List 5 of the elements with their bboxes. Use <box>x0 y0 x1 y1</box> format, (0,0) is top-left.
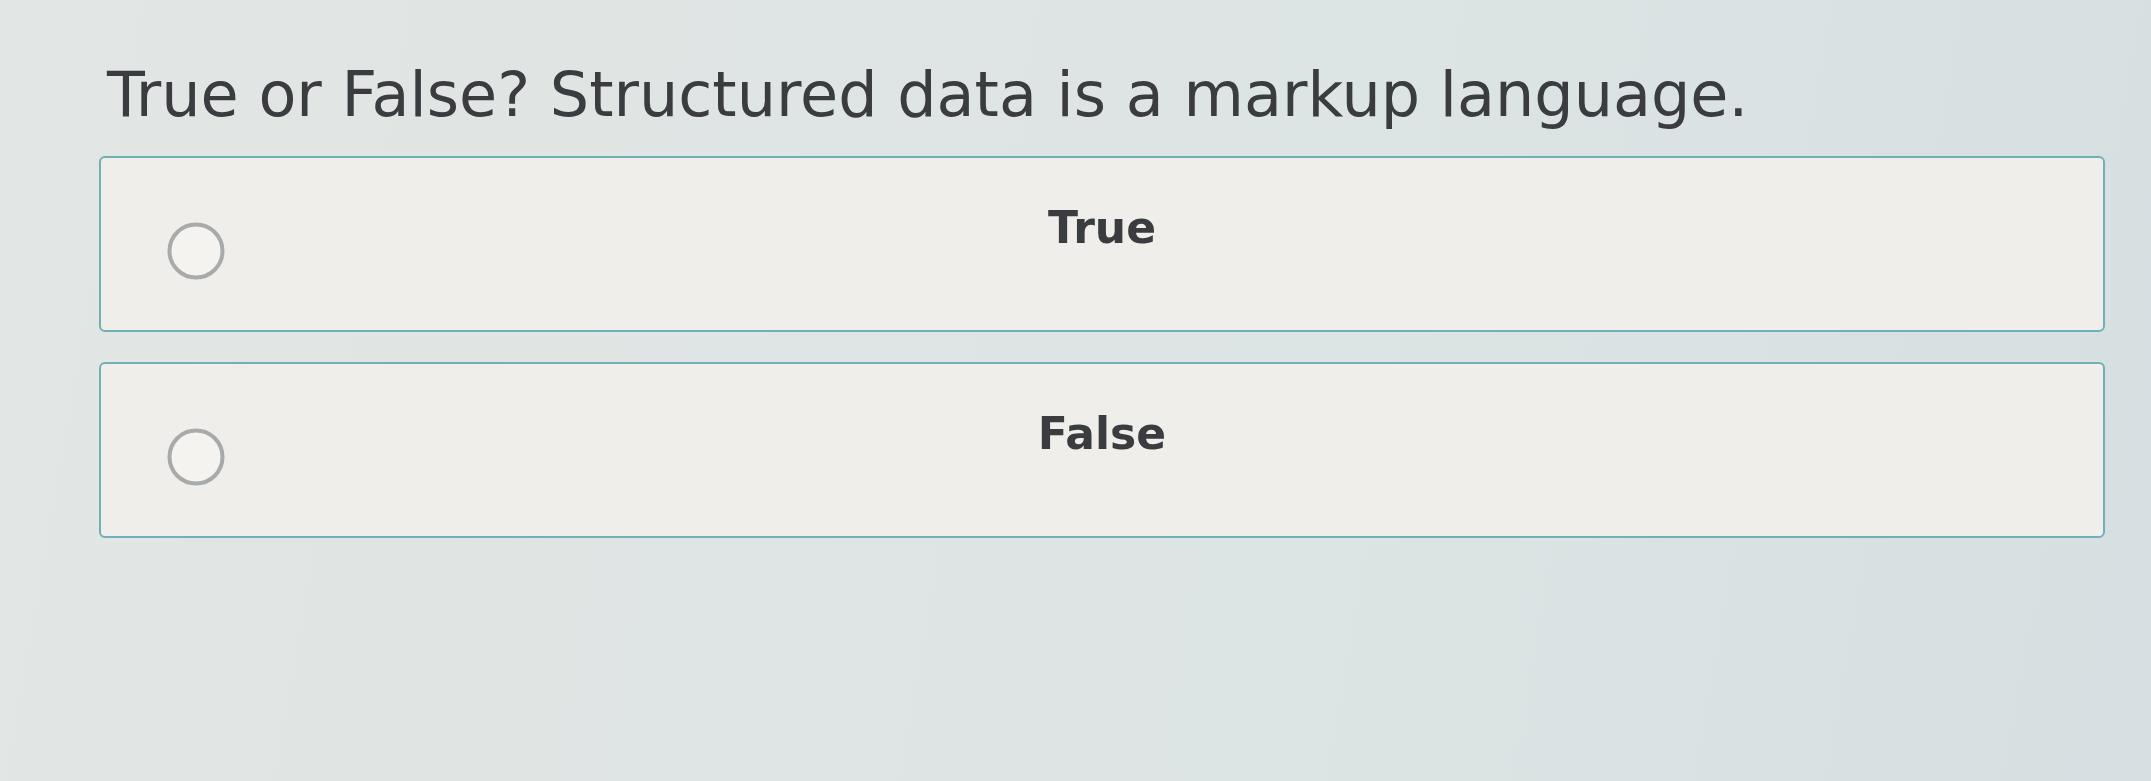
radio-icon[interactable] <box>167 222 225 280</box>
answer-option[interactable]: True <box>99 156 2105 332</box>
radio-icon[interactable] <box>167 428 225 486</box>
answer-option[interactable]: False <box>99 362 2105 538</box>
question-text: True or False? Structured data is a markup language. <box>107 57 1749 133</box>
